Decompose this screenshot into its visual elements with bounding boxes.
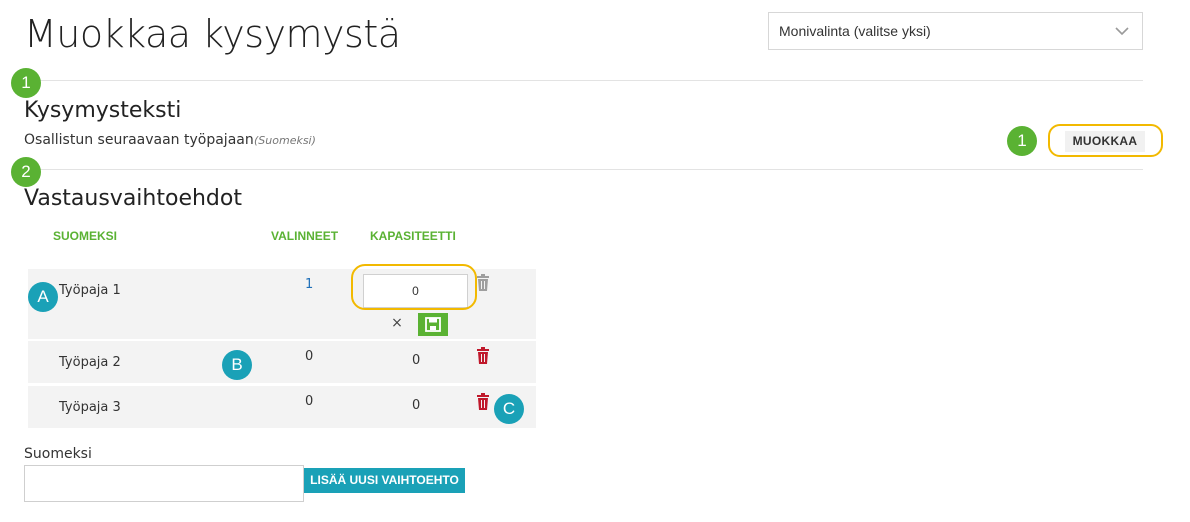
floppy-disk-icon — [425, 317, 441, 332]
question-type-select[interactable]: Monivalinta (valitse yksi) — [768, 12, 1143, 50]
marker-a: A — [28, 282, 58, 312]
option-capacity-3[interactable]: 0 — [412, 398, 420, 413]
option-name-1: Työpaja 1 — [59, 283, 121, 298]
option-selected-count-1[interactable]: 1 — [305, 277, 313, 292]
trash-icon[interactable] — [475, 393, 491, 411]
marker-c: C — [494, 394, 524, 424]
add-option-button[interactable]: LISÄÄ UUSI VAIHTOEHTO — [304, 468, 465, 493]
question-section-title: Kysymysteksti — [24, 98, 182, 123]
step-badge-1: 1 — [11, 68, 41, 98]
column-header-finnish: SUOMEKSI — [53, 229, 118, 243]
chevron-down-icon — [1115, 27, 1129, 36]
question-language-note: (Suomeksi) — [254, 134, 316, 147]
step-badge-2: 2 — [11, 157, 41, 187]
option-name-3: Työpaja 3 — [59, 400, 121, 415]
capacity-input-highlight — [351, 264, 477, 310]
options-section-title: Vastausvaihtoehdot — [24, 186, 242, 211]
trash-icon — [477, 274, 489, 291]
trash-icon[interactable] — [475, 347, 491, 365]
question-type-value: Monivalinta (valitse yksi) — [779, 23, 931, 39]
edit-question-button[interactable]: MUOKKAA — [1065, 131, 1145, 152]
close-icon[interactable]: × — [390, 316, 404, 330]
new-option-input[interactable] — [24, 465, 304, 502]
marker-b: B — [222, 350, 252, 380]
divider-middle — [24, 169, 1143, 170]
option-name-2: Työpaja 2 — [59, 355, 121, 370]
option-selected-count-2: 0 — [305, 349, 314, 364]
question-text: Osallistun seuraavaan työpajaan — [24, 132, 254, 148]
column-header-selected: VALINNEET — [271, 229, 339, 243]
option-selected-count-3: 0 — [305, 394, 314, 409]
save-option-button[interactable] — [418, 313, 448, 336]
step-badge-1-edit: 1 — [1007, 126, 1037, 156]
column-header-capacity: KAPASITEETTI — [370, 229, 456, 243]
option-capacity-2[interactable]: 0 — [412, 353, 420, 368]
page-title: Muokkaa kysymystä — [24, 12, 401, 56]
new-option-label: Suomeksi — [24, 446, 92, 462]
divider-top — [24, 80, 1143, 81]
